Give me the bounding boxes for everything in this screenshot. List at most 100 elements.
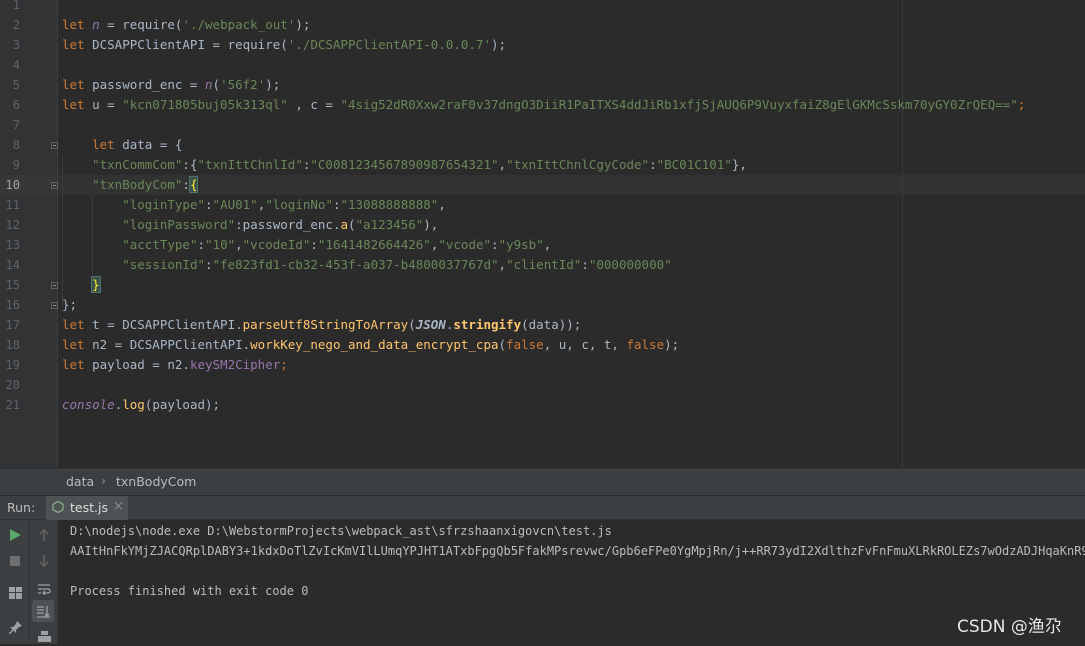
matched-brace: } (91, 276, 101, 293)
variable: n (92, 17, 100, 32)
code-line[interactable]: let DCSAPPClientAPI = require('./DCSAPPC… (62, 35, 506, 55)
close-icon[interactable]: × (113, 499, 124, 514)
keyword: let (62, 37, 85, 52)
console-output[interactable]: D:\nodejs\node.exe D:\WebstormProjects\w… (58, 520, 1085, 644)
code-text: ); (490, 37, 507, 52)
fold-marker[interactable] (51, 302, 58, 309)
code-line[interactable]: let u = "kcn071805buj05k313ql" , c = "4s… (62, 95, 1025, 115)
method-call: stringify (453, 317, 522, 332)
code-line[interactable]: let data = { (62, 135, 182, 155)
up-arrow-icon[interactable] (35, 526, 53, 544)
code-line[interactable]: "txnBodyCom":{ (62, 175, 199, 195)
string-literal: "4sig52dR0Xxw2raF0v37dngO3DiiR1PaITXS4dd… (340, 97, 1018, 112)
object-key: "loginType" (122, 197, 206, 212)
code-text: , (235, 237, 243, 252)
method-call: workKey_nego_and_data_encrypt_cpa (250, 337, 499, 352)
code-text: ); (295, 17, 311, 32)
code-editor[interactable]: 1 2 3 4 5 6 7 8 9 10 11 12 13 14 15 16 17 18 19 20 21 let n … (0, 0, 1085, 468)
line-number: 17 (5, 318, 20, 332)
line-number: 14 (5, 258, 20, 272)
run-icon[interactable] (6, 526, 24, 544)
run-toolbar (0, 520, 30, 644)
right-margin-guide (902, 0, 903, 468)
print-icon[interactable] (35, 628, 53, 646)
string-literal: "10" (205, 237, 236, 252)
string-literal: '56f2' (220, 77, 266, 92)
code-line[interactable]: let payload = n2.keySM2Cipher; (62, 355, 288, 375)
run-panel-header: Run: test.js × (0, 495, 1085, 520)
line-number: 5 (12, 78, 20, 92)
code-line[interactable]: let n2 = DCSAPPClientAPI.workKey_nego_an… (62, 335, 679, 355)
code-text: ( (498, 337, 507, 352)
function-call: n (205, 77, 213, 92)
fold-marker[interactable] (51, 142, 58, 149)
string-literal: './DCSAPPClientAPI-0.0.0.7' (287, 37, 491, 52)
code-line[interactable]: "loginType":"AU01","loginNo":"1308888888… (62, 195, 446, 215)
code-text: (data)); (521, 317, 582, 332)
line-number: 21 (5, 398, 20, 412)
code-text: :password_enc. (235, 217, 341, 232)
code-line[interactable]: "loginPassword":password_enc.a("a123456"… (62, 215, 438, 235)
code-text: : (491, 237, 499, 252)
object-key: "txnIttChnlId" (197, 157, 303, 172)
code-text: : (197, 237, 206, 252)
code-text: : (649, 157, 657, 172)
object-key: "acctType" (122, 237, 198, 252)
code-text: = require( (99, 17, 183, 32)
keyword: let (92, 137, 115, 152)
line-number: 4 (12, 58, 20, 72)
run-tab[interactable]: test.js × (46, 496, 128, 520)
down-arrow-icon[interactable] (35, 552, 53, 570)
code-line[interactable]: "txnCommCom":{"txnIttChnlId": "C008123456… (62, 155, 747, 175)
string-literal: "C0081234567890987654321" (310, 157, 499, 172)
code-text: : (205, 197, 213, 212)
line-number: 16 (5, 298, 20, 312)
code-text: DCSAPPClientAPI = require( (84, 37, 288, 52)
line-number: 3 (12, 38, 20, 52)
code-text: (payload); (144, 397, 221, 412)
string-literal: "kcn071805buj05k313ql" (122, 97, 288, 112)
code-line[interactable]: }; (62, 295, 77, 315)
code-line[interactable]: "acctType":"10","vcodeId":"1641482664426… (62, 235, 551, 255)
run-tab-label: test.js (70, 500, 108, 515)
code-text: : (332, 197, 341, 212)
code-text: , c = (287, 97, 341, 112)
line-number: 8 (12, 138, 20, 152)
keyword: let (62, 17, 85, 32)
gutter-separator (57, 0, 58, 468)
property: keySM2Cipher (189, 357, 281, 372)
code-text: t = DCSAPPClientAPI. (84, 317, 243, 332)
string-literal: "1641482664426" (317, 237, 431, 252)
scroll-to-end-icon[interactable] (32, 600, 54, 622)
object-key: "vcodeId" (242, 237, 311, 252)
fold-marker[interactable] (51, 282, 58, 289)
code-text: }; (62, 297, 78, 312)
stop-icon[interactable] (6, 552, 24, 570)
code-text: password_enc = (84, 77, 205, 92)
line-number: 20 (5, 378, 20, 392)
line-number: 2 (12, 18, 20, 32)
object-key: "loginPassword" (122, 217, 236, 232)
code-line[interactable]: "sessionId":"fe823fd1-cb32-453f-a037-b48… (62, 255, 671, 275)
watermark: CSDN @渔尕 (957, 617, 1062, 637)
code-line[interactable]: let n = require('./webpack_out'); (62, 15, 310, 35)
layout-icon[interactable] (6, 584, 24, 602)
code-line[interactable]: let password_enc = n('56f2'); (62, 75, 280, 95)
object-key: "sessionId" (122, 257, 206, 272)
soft-wrap-icon[interactable] (35, 580, 53, 598)
breadcrumb-item[interactable]: data (66, 474, 94, 489)
code-line[interactable]: let t = DCSAPPClientAPI.parseUtf8StringT… (62, 315, 581, 335)
fold-marker[interactable] (51, 182, 58, 189)
code-line[interactable]: } (62, 275, 101, 295)
code-text: : (205, 257, 213, 272)
pin-icon[interactable] (6, 618, 24, 636)
breadcrumb-separator: › (101, 473, 106, 488)
breadcrumb-item[interactable]: txnBodyCom (116, 474, 196, 489)
method-call: log (122, 397, 145, 412)
code-text: , u, c, t, (543, 337, 627, 352)
line-number: 11 (5, 198, 20, 212)
code-line[interactable]: console.log(payload); (62, 395, 220, 415)
code-text: }, (731, 157, 747, 172)
matched-brace: { (189, 176, 199, 193)
string-literal: "13088888888" (340, 197, 439, 212)
